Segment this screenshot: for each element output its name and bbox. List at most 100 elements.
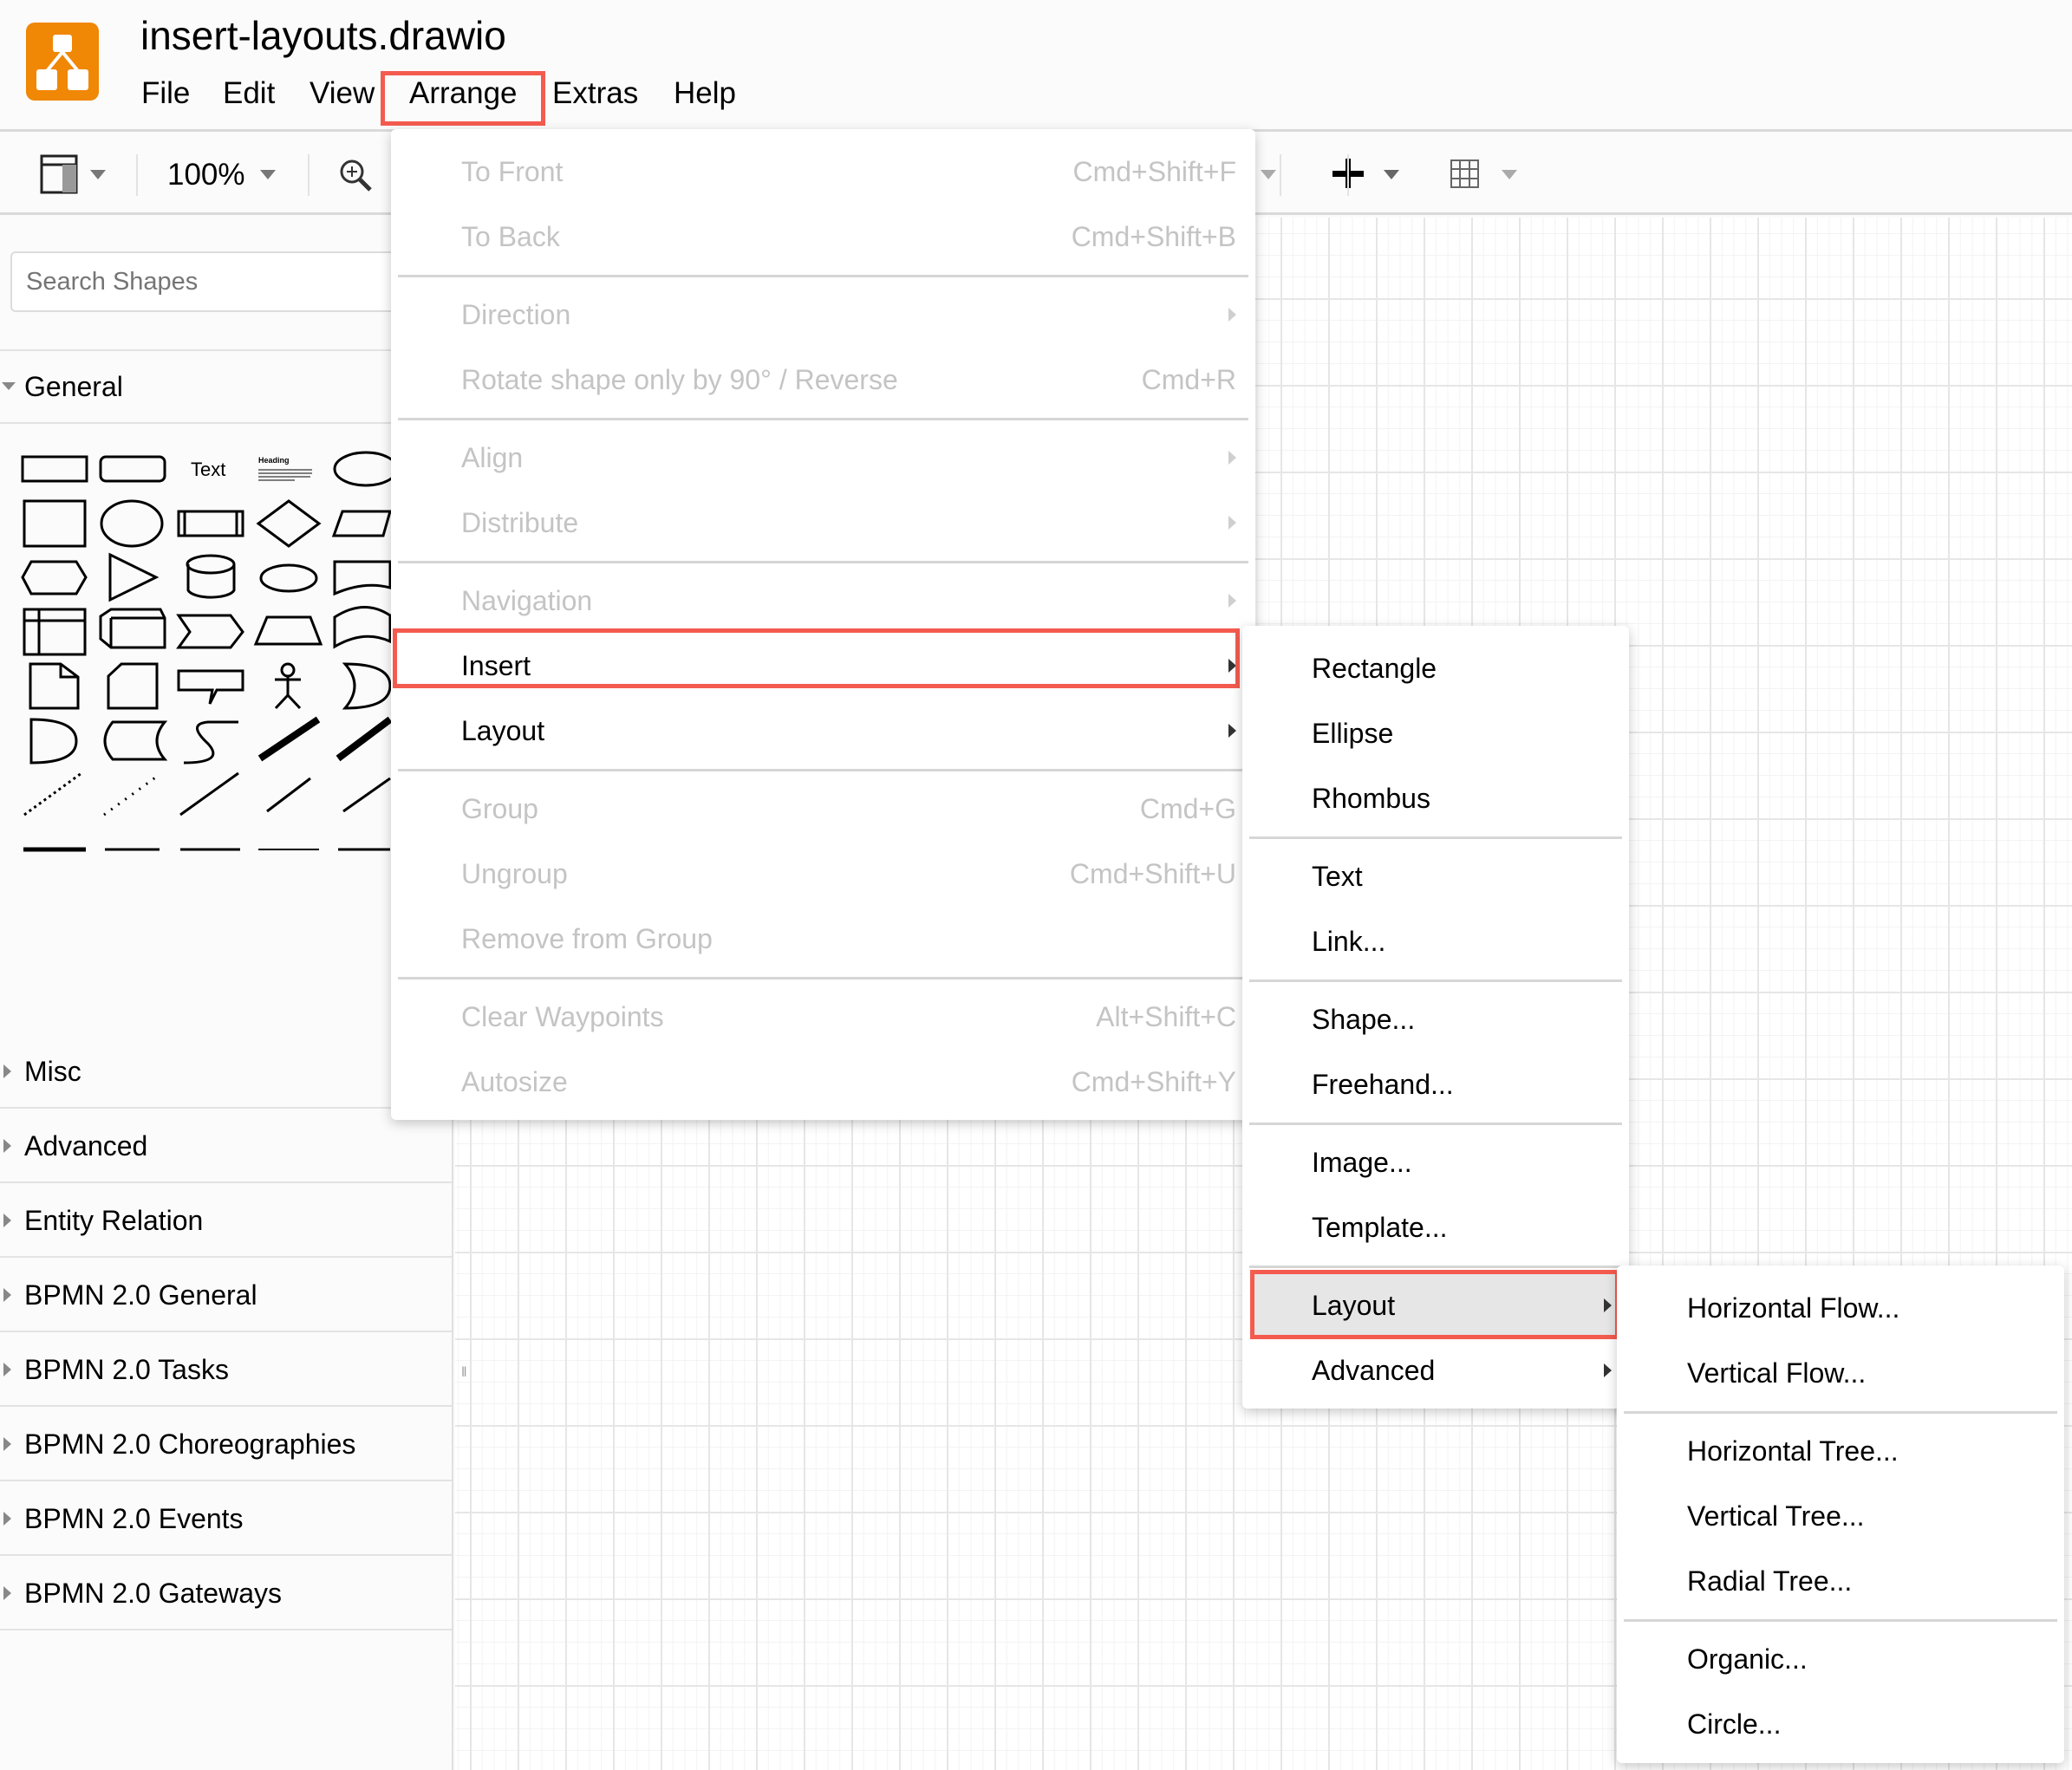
menu-item-text[interactable]: Text: [1242, 844, 1629, 909]
chevron-down-icon[interactable]: [1261, 170, 1276, 179]
menu-item-circle[interactable]: Circle...: [1617, 1692, 2064, 1757]
highlight-box: [1250, 1270, 1619, 1339]
menu-separator: [398, 561, 1248, 563]
menu-item-label: Text: [1312, 861, 1363, 892]
chevron-right-icon: [3, 1363, 11, 1376]
highlight-box: [393, 628, 1240, 688]
menu-item-horizontal-flow[interactable]: Horizontal Flow...: [1617, 1276, 2064, 1341]
menu-separator: [398, 275, 1248, 277]
section-bpmn-2-0-general[interactable]: BPMN 2.0 General: [0, 1258, 452, 1332]
menu-item-label: Circle...: [1687, 1708, 1782, 1740]
section-general[interactable]: General: [0, 349, 452, 424]
chevron-down-icon[interactable]: [1384, 170, 1399, 179]
shape-heading: Heading: [258, 456, 290, 465]
menu-item-advanced[interactable]: Advanced: [1242, 1338, 1629, 1403]
shortcut-label: Cmd+Shift+Y: [1071, 1066, 1236, 1097]
section-label: BPMN 2.0 General: [24, 1279, 257, 1311]
table-icon[interactable]: [1450, 159, 1481, 194]
menu-item-to-back[interactable]: To Back Cmd+Shift+B: [391, 205, 1255, 270]
chevron-down-icon: [2, 382, 16, 390]
menu-item-label: Freehand...: [1312, 1069, 1454, 1100]
section-entity-relation[interactable]: Entity Relation: [0, 1183, 452, 1258]
menu-extras[interactable]: Extras: [552, 76, 638, 111]
menu-item-clear-waypoints[interactable]: Clear Waypoints Alt+Shift+C: [391, 985, 1255, 1050]
section-misc[interactable]: Misc: [0, 1034, 452, 1109]
zoom-in-icon[interactable]: [338, 158, 373, 197]
section-label: Misc: [24, 1056, 81, 1087]
menu-item-organic[interactable]: Organic...: [1617, 1627, 2064, 1692]
document-title: insert-layouts.drawio: [140, 13, 506, 58]
menu-item-autosize[interactable]: Autosize Cmd+Shift+Y: [391, 1050, 1255, 1115]
submenu-arrow-icon: [1228, 516, 1236, 530]
menu-item-rotate-shape-only-by-90-reverse[interactable]: Rotate shape only by 90° / Reverse Cmd+R: [391, 348, 1255, 413]
shape-actor: [280, 662, 296, 678]
menu-edit[interactable]: Edit: [223, 76, 275, 111]
arrange-menu: To Front Cmd+Shift+F To Back Cmd+Shift+B Dir…: [391, 129, 1255, 1120]
section-bpmn-2-0-choreographies[interactable]: BPMN 2.0 Choreographies: [0, 1407, 452, 1481]
section-bpmn-2-0-gateways[interactable]: BPMN 2.0 Gateways: [0, 1556, 452, 1630]
section-label: BPMN 2.0 Choreographies: [24, 1428, 356, 1460]
chevron-down-icon[interactable]: [260, 170, 276, 179]
format-panel-icon[interactable]: [40, 154, 80, 198]
shape-rectangle: [21, 455, 88, 483]
shape-tape: [333, 606, 392, 649]
menu-item-label: Vertical Flow...: [1687, 1357, 1867, 1389]
sidebar-resize-handle[interactable]: ǁ: [461, 1365, 467, 1381]
menu-item-freehand[interactable]: Freehand...: [1242, 1052, 1629, 1117]
menu-item-layout[interactable]: Layout: [391, 699, 1255, 764]
menu-separator: [1624, 1411, 2057, 1414]
shortcut-label: Cmd+Shift+F: [1072, 156, 1236, 187]
menu-item-direction[interactable]: Direction: [391, 283, 1255, 348]
zoom-level[interactable]: 100%: [167, 158, 245, 192]
menu-item-label: Autosize: [461, 1066, 568, 1097]
shape-dotted-line: [103, 774, 159, 817]
menu-item-label: Remove from Group: [461, 923, 713, 954]
menu-view[interactable]: View: [309, 76, 375, 111]
menu-separator: [1249, 1266, 1622, 1268]
menu-item-to-front[interactable]: To Front Cmd+Shift+F: [391, 140, 1255, 205]
menu-item-image[interactable]: Image...: [1242, 1130, 1629, 1195]
shape-line: [179, 771, 239, 817]
menu-item-distribute[interactable]: Distribute: [391, 491, 1255, 556]
menu-item-radial-tree[interactable]: Radial Tree...: [1617, 1549, 2064, 1614]
menu-item-ungroup[interactable]: Ungroup Cmd+Shift+U: [391, 842, 1255, 907]
menu-item-vertical-tree[interactable]: Vertical Tree...: [1617, 1484, 2064, 1549]
section-advanced[interactable]: Advanced: [0, 1109, 452, 1183]
menu-file[interactable]: File: [141, 76, 190, 111]
submenu-arrow-icon: [1604, 1363, 1612, 1377]
menu-item-label: Group: [461, 793, 538, 824]
menu-item-label: Image...: [1312, 1147, 1412, 1178]
menu-item-label: Shape...: [1312, 1004, 1416, 1035]
menu-item-template[interactable]: Template...: [1242, 1195, 1629, 1260]
section-bpmn-2-0-tasks[interactable]: BPMN 2.0 Tasks: [0, 1332, 452, 1407]
menu-item-link[interactable]: Link...: [1242, 909, 1629, 974]
chevron-down-icon[interactable]: [1502, 170, 1517, 179]
menu-item-align[interactable]: Align: [391, 426, 1255, 491]
menu-item-rhombus[interactable]: Rhombus: [1242, 766, 1629, 831]
shape-callout: [177, 669, 244, 705]
menu-item-navigation[interactable]: Navigation: [391, 569, 1255, 634]
menu-item-ellipse[interactable]: Ellipse: [1242, 701, 1629, 766]
section-bpmn-2-0-events[interactable]: BPMN 2.0 Events: [0, 1481, 452, 1556]
shape-step: [176, 614, 244, 649]
section-label: Entity Relation: [24, 1205, 204, 1236]
shape-cube: [99, 608, 166, 649]
menu-item-remove-from-group[interactable]: Remove from Group: [391, 907, 1255, 972]
search-shapes-input[interactable]: [10, 251, 444, 312]
shape-card: [107, 662, 159, 710]
menu-item-group[interactable]: Group Cmd+G: [391, 777, 1255, 842]
menu-item-label: Direction: [461, 299, 571, 330]
shape-curved-arrow: [183, 720, 238, 765]
menu-item-shape[interactable]: Shape...: [1242, 987, 1629, 1052]
submenu-arrow-icon: [1228, 594, 1236, 608]
shape-triangle: [108, 552, 160, 602]
menu-help[interactable]: Help: [674, 76, 736, 111]
section-label: General: [24, 371, 123, 402]
shape-directional-connector: [342, 777, 391, 813]
menu-item-horizontal-tree[interactable]: Horizontal Tree...: [1617, 1419, 2064, 1484]
menu-item-rectangle[interactable]: Rectangle: [1242, 636, 1629, 701]
section-label: BPMN 2.0 Events: [24, 1503, 244, 1534]
menu-item-label: Link...: [1312, 926, 1386, 957]
chevron-down-icon[interactable]: [90, 170, 106, 179]
menu-item-vertical-flow[interactable]: Vertical Flow...: [1617, 1341, 2064, 1406]
